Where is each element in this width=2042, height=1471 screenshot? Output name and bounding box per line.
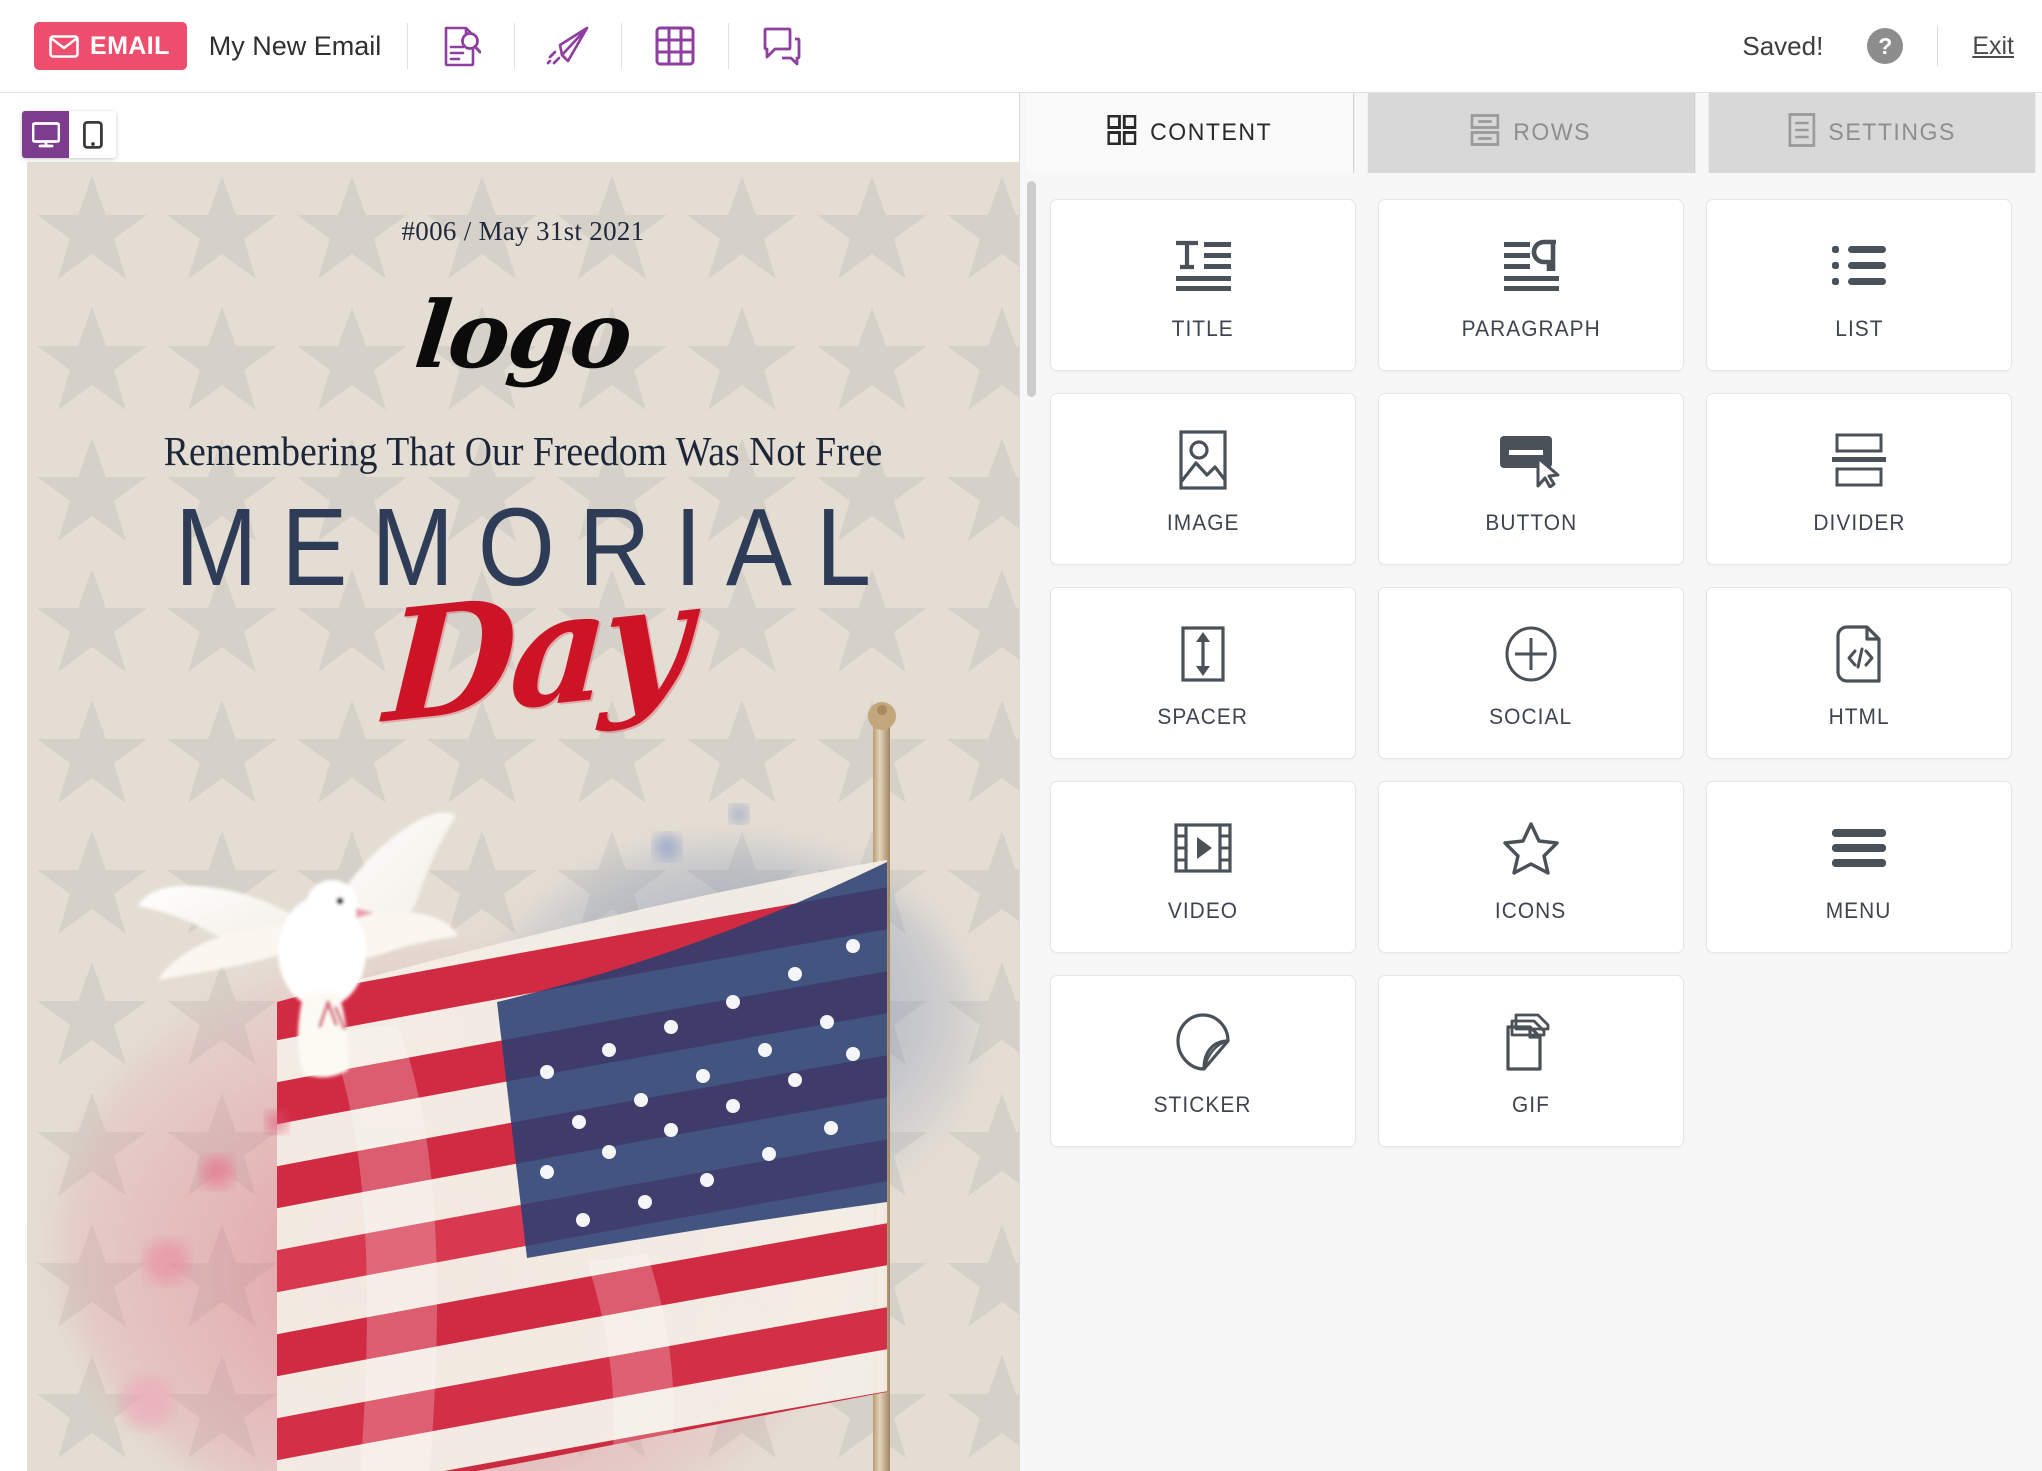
grid-squares-icon: [1107, 114, 1138, 152]
tab-rows-label: ROWS: [1513, 119, 1592, 146]
block-spacer-label: SPACER: [1157, 703, 1249, 729]
email-builder-app: EMAIL My New Email Saved! ? Exit #006 / …: [0, 0, 2042, 1471]
block-social[interactable]: SOCIAL: [1378, 587, 1684, 759]
html-code-icon: [1836, 617, 1882, 691]
workspace: #006 / May 31st 2021 logo Remembering Th…: [0, 93, 2042, 1471]
block-video-label: VIDEO: [1167, 897, 1239, 923]
exit-divider: [1937, 26, 1939, 66]
block-title[interactable]: TITLE: [1050, 199, 1356, 371]
spacer-icon: [1181, 617, 1225, 691]
divider-icon: [1830, 423, 1888, 497]
email-canvas-area: #006 / May 31st 2021 logo Remembering Th…: [0, 93, 1019, 1471]
headline-day-script[interactable]: Day: [381, 545, 689, 757]
menu-bars-icon: [1830, 811, 1888, 885]
content-blocks-area: TITLE PARAGRAPH LIST IMAGE BUTTON DIVIDE…: [1020, 173, 2042, 1471]
envelope-icon: [49, 34, 79, 58]
preview-icon[interactable]: [434, 19, 488, 73]
toolbar-divider: [514, 23, 516, 69]
exit-link[interactable]: Exit: [1972, 32, 2014, 61]
panel-scrollbar-thumb[interactable]: [1027, 181, 1036, 397]
panel-scrollbar[interactable]: [1027, 181, 1036, 1471]
toolbar-divider: [728, 23, 730, 69]
block-sticker[interactable]: STICKER: [1050, 975, 1356, 1147]
tab-content-label: CONTENT: [1150, 119, 1273, 146]
help-icon[interactable]: ?: [1867, 28, 1904, 64]
block-image-label: IMAGE: [1166, 509, 1240, 535]
document-title[interactable]: My New Email: [209, 31, 382, 62]
block-html[interactable]: HTML: [1706, 587, 2012, 759]
logo-text[interactable]: logo: [410, 281, 635, 389]
toolbar-right-group: Saved! ? Exit: [1742, 26, 2014, 66]
block-divider-label: DIVIDER: [1812, 509, 1906, 535]
tab-settings[interactable]: SETTINGS: [1708, 93, 2036, 173]
block-button-label: BUTTON: [1485, 509, 1577, 535]
block-icons[interactable]: ICONS: [1378, 781, 1684, 953]
sticker-icon: [1176, 1005, 1230, 1079]
email-badge[interactable]: EMAIL: [34, 22, 187, 70]
sidebar-tabs: CONTENT ROWS SETTINGS: [1020, 93, 2042, 173]
block-paragraph[interactable]: PARAGRAPH: [1378, 199, 1684, 371]
block-menu-label: MENU: [1826, 897, 1892, 923]
block-paragraph-label: PARAGRAPH: [1461, 315, 1601, 341]
tab-settings-label: SETTINGS: [1828, 119, 1956, 146]
issue-line[interactable]: #006 / May 31st 2021: [27, 162, 1019, 247]
rows-icon: [1471, 113, 1500, 153]
gif-pages-icon: [1506, 1005, 1556, 1079]
grid-icon[interactable]: [648, 19, 702, 73]
block-divider[interactable]: DIVIDER: [1706, 393, 2012, 565]
title-icon: [1172, 229, 1234, 303]
document-lines-icon: [1788, 112, 1815, 154]
block-gif-label: GIF: [1512, 1091, 1550, 1117]
send-icon[interactable]: [541, 19, 595, 73]
email-preview[interactable]: #006 / May 31st 2021 logo Remembering Th…: [27, 162, 1019, 1471]
block-menu[interactable]: MENU: [1706, 781, 2012, 953]
content-blocks-grid: TITLE PARAGRAPH LIST IMAGE BUTTON DIVIDE…: [1050, 199, 2012, 1147]
toolbar-divider: [621, 23, 623, 69]
block-video[interactable]: VIDEO: [1050, 781, 1356, 953]
block-title-label: TITLE: [1171, 315, 1235, 341]
tab-content[interactable]: CONTENT: [1026, 93, 1355, 173]
button-icon: [1498, 423, 1564, 497]
paragraph-icon: [1500, 229, 1562, 303]
block-sticker-label: STICKER: [1154, 1091, 1252, 1117]
toolbar-divider: [407, 23, 409, 69]
block-list-label: LIST: [1834, 315, 1884, 341]
top-toolbar: EMAIL My New Email Saved! ? Exit: [0, 0, 2042, 93]
device-toggle: [22, 111, 116, 158]
block-icons-label: ICONS: [1495, 897, 1567, 923]
social-plus-icon: [1504, 617, 1558, 691]
star-icon: [1503, 811, 1559, 885]
block-html-label: HTML: [1828, 703, 1890, 729]
device-mobile-button[interactable]: [69, 111, 116, 158]
email-badge-label: EMAIL: [90, 31, 170, 60]
block-image[interactable]: IMAGE: [1050, 393, 1356, 565]
block-gif[interactable]: GIF: [1378, 975, 1684, 1147]
list-icon: [1830, 229, 1888, 303]
tab-rows[interactable]: ROWS: [1367, 93, 1696, 173]
email-content: #006 / May 31st 2021 logo Remembering Th…: [27, 162, 1019, 1471]
image-icon: [1179, 423, 1227, 497]
tagline-text[interactable]: Remembering That Our Freedom Was Not Fre…: [67, 427, 980, 475]
block-spacer[interactable]: SPACER: [1050, 587, 1356, 759]
editor-sidebar: CONTENT ROWS SETTINGS TITLE PARAGRAPH LI…: [1019, 93, 2042, 1471]
saved-status: Saved!: [1742, 30, 1824, 61]
comments-icon[interactable]: [755, 19, 809, 73]
block-social-label: SOCIAL: [1489, 703, 1573, 729]
video-film-icon: [1174, 811, 1232, 885]
device-desktop-button[interactable]: [22, 111, 69, 158]
block-list[interactable]: LIST: [1706, 199, 2012, 371]
block-button[interactable]: BUTTON: [1378, 393, 1684, 565]
